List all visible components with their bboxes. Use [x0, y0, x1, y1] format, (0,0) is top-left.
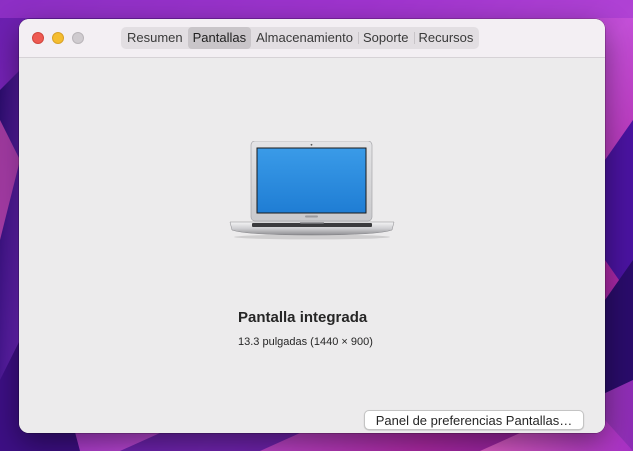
displays-pane: Pantalla integrada 13.3 pulgadas (1440 ×…: [19, 58, 605, 433]
displays-preferences-button[interactable]: Panel de preferencias Pantallas…: [364, 410, 584, 430]
tab-resumen[interactable]: Resumen: [122, 27, 188, 49]
display-spec: 13.3 pulgadas (1440 × 900): [238, 336, 373, 348]
close-button[interactable]: [32, 32, 44, 44]
title-bar: Resumen Pantallas Almacenamiento Soporte…: [19, 19, 605, 58]
tab-bar: Resumen Pantallas Almacenamiento Soporte…: [121, 27, 480, 49]
display-name: Pantalla integrada: [238, 309, 368, 326]
tab-recursos[interactable]: Recursos: [413, 27, 479, 49]
tab-pantallas[interactable]: Pantallas: [187, 27, 252, 49]
macbook-air-icon: [229, 141, 395, 240]
tab-soporte[interactable]: Soporte: [357, 27, 414, 49]
minimize-button[interactable]: [52, 32, 64, 44]
zoom-button[interactable]: [72, 32, 84, 44]
tab-almacenamiento[interactable]: Almacenamiento: [251, 27, 358, 49]
about-this-mac-window: Resumen Pantallas Almacenamiento Soporte…: [19, 19, 605, 433]
